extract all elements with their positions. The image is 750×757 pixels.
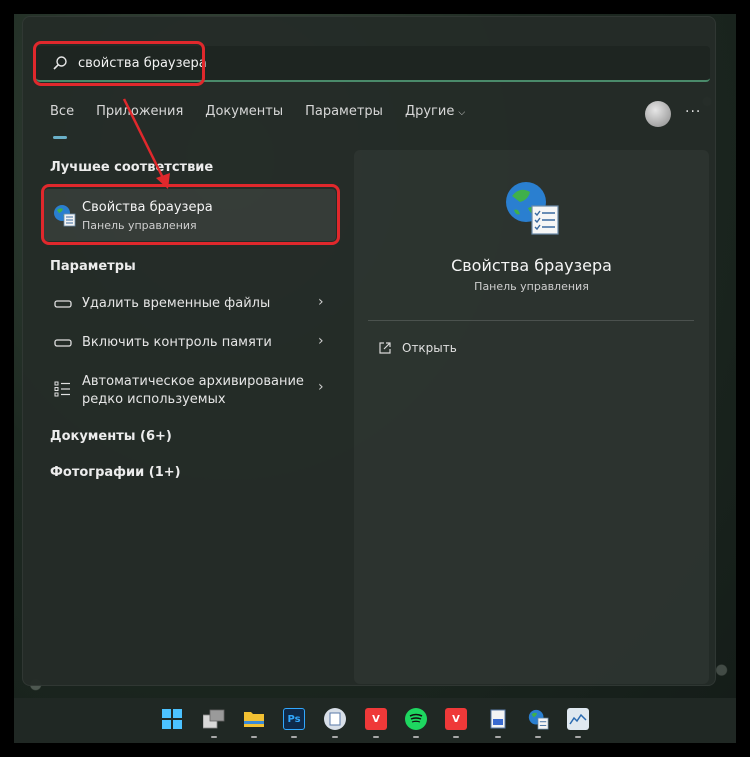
running-indicator xyxy=(575,736,581,738)
best-match-heading: Лучшее соответствие xyxy=(50,160,214,175)
divider xyxy=(368,320,694,321)
setting-item-label-line2: редко используемых xyxy=(82,392,226,407)
spotify-icon[interactable] xyxy=(405,708,427,730)
photoshop-icon[interactable]: Ps xyxy=(283,708,305,730)
running-indicator xyxy=(535,736,541,738)
running-indicator xyxy=(373,736,379,738)
documents-section[interactable]: Документы (6+) xyxy=(50,429,172,444)
file-explorer-icon[interactable] xyxy=(243,708,265,730)
best-match-title: Свойства браузера xyxy=(82,200,213,215)
chevron-right-icon: › xyxy=(318,294,324,310)
setting-item-delete-temp-files[interactable]: Удалить временные файлы › xyxy=(44,294,336,314)
avatar[interactable] xyxy=(645,101,671,127)
running-indicator xyxy=(211,736,217,738)
chevron-right-icon: › xyxy=(318,333,324,349)
taskbar: Ps V V xyxy=(14,698,736,743)
internet-options-icon xyxy=(54,205,76,227)
vivaldi-icon[interactable]: V xyxy=(445,708,467,730)
notepad-icon[interactable] xyxy=(487,708,509,730)
running-indicator xyxy=(332,736,338,738)
running-indicator xyxy=(251,736,257,738)
internet-options-icon xyxy=(506,182,559,235)
vivaldi-label: V xyxy=(372,713,380,725)
task-view-icon[interactable] xyxy=(203,708,225,730)
storage-icon xyxy=(54,339,72,347)
open-action[interactable]: Открыть xyxy=(378,341,457,355)
tab-other-label: Другие xyxy=(404,104,455,119)
preview-pane: Свойства браузера Панель управления Откр… xyxy=(354,150,709,684)
tab-settings[interactable]: Параметры xyxy=(305,104,383,130)
running-indicator xyxy=(453,736,459,738)
running-indicator xyxy=(413,736,419,738)
list-icon xyxy=(54,381,70,397)
filter-tabs: Все Приложения Документы Параметры Други… xyxy=(50,104,465,139)
setting-item-label: Включить контроль памяти xyxy=(82,335,272,350)
setting-item-label-line1: Автоматическое архивирование xyxy=(82,374,304,389)
settings-heading: Параметры xyxy=(50,259,136,274)
setting-item-storage-sense[interactable]: Включить контроль памяти › xyxy=(44,333,336,353)
vivaldi-icon[interactable]: V xyxy=(365,708,387,730)
running-indicator xyxy=(291,736,297,738)
document-app-icon[interactable] xyxy=(324,708,346,730)
tab-apps[interactable]: Приложения xyxy=(96,104,183,130)
search-box[interactable] xyxy=(36,46,710,82)
photos-section[interactable]: Фотографии (1+) xyxy=(50,465,181,480)
resource-monitor-icon[interactable] xyxy=(567,708,589,730)
more-options-icon[interactable]: ··· xyxy=(685,104,701,120)
storage-icon xyxy=(54,300,72,308)
running-indicator xyxy=(495,736,501,738)
search-input[interactable] xyxy=(78,55,638,71)
preview-title: Свойства браузера xyxy=(451,256,612,275)
best-match-item[interactable]: Свойства браузера Панель управления xyxy=(44,189,336,241)
tab-documents[interactable]: Документы xyxy=(205,104,283,130)
photoshop-label: Ps xyxy=(287,713,301,725)
search-icon xyxy=(53,56,67,70)
setting-item-label: Удалить временные файлы xyxy=(82,296,271,311)
setting-item-auto-archive[interactable]: Автоматическое архивирование редко испол… xyxy=(44,372,336,412)
best-match-subtitle: Панель управления xyxy=(82,219,197,232)
windows-start-icon[interactable] xyxy=(161,708,183,730)
vivaldi-label: V xyxy=(452,713,460,725)
tab-all[interactable]: Все xyxy=(50,104,74,139)
tab-other[interactable]: Другие ⌵ xyxy=(405,104,465,130)
chevron-down-icon: ⌵ xyxy=(458,108,466,118)
internet-options-icon[interactable] xyxy=(527,708,549,730)
open-external-icon xyxy=(379,342,391,354)
chevron-right-icon: › xyxy=(318,379,324,395)
preview-subtitle: Панель управления xyxy=(474,280,589,293)
open-label: Открыть xyxy=(402,341,457,355)
